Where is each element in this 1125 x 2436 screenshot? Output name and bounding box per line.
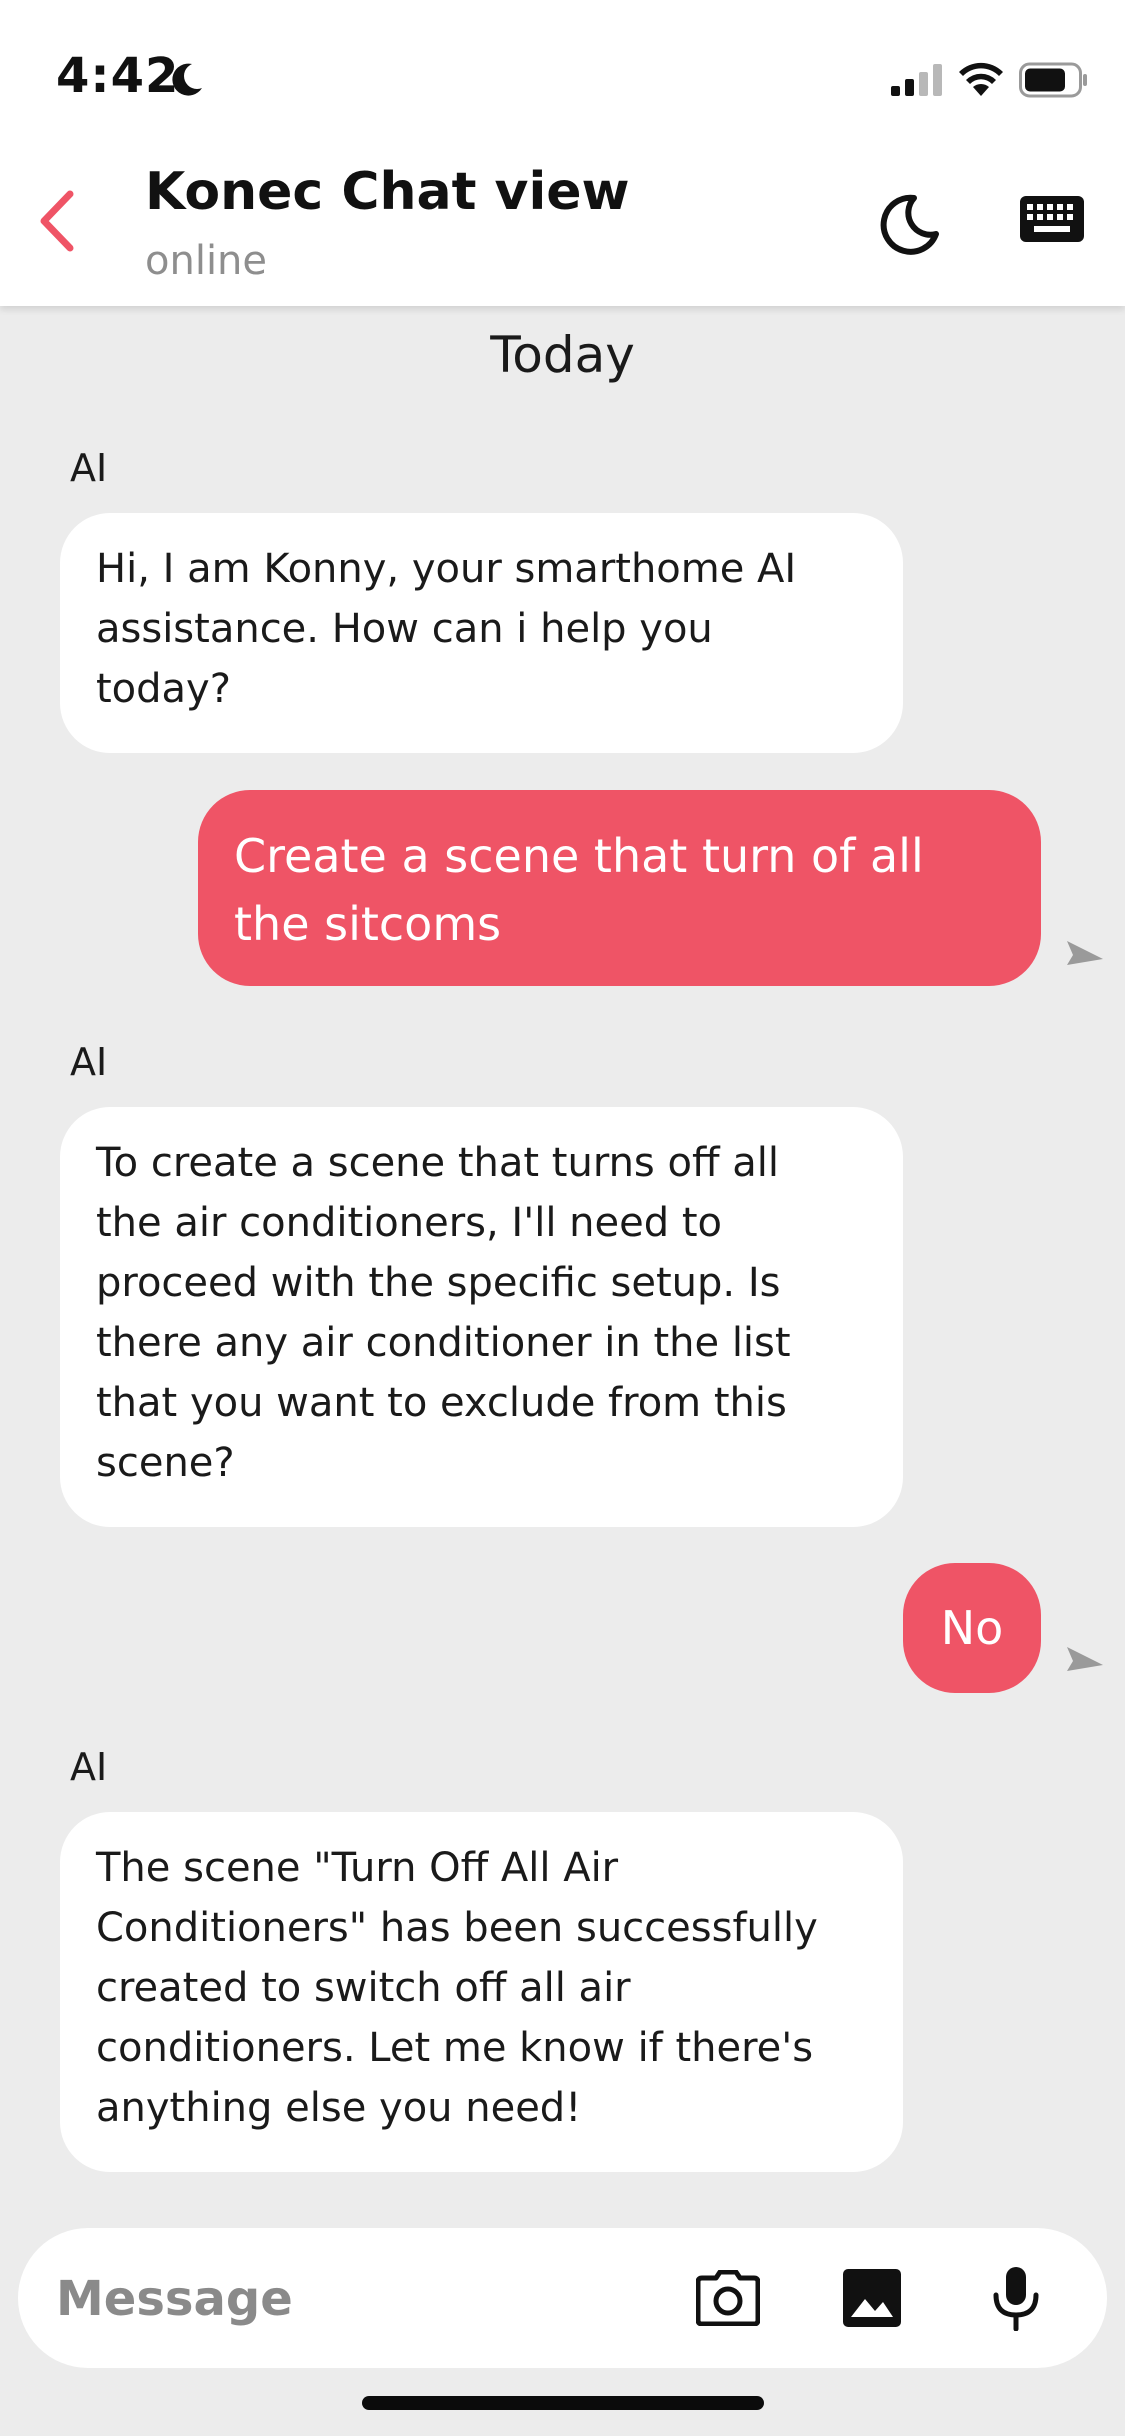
message-composer bbox=[18, 2228, 1107, 2368]
message-line: Create a scene that turn of all bbox=[234, 829, 924, 883]
status-time: 4:42 bbox=[56, 48, 180, 104]
message-sender-label: AI bbox=[70, 1745, 108, 1789]
sent-arrow-icon bbox=[1067, 941, 1103, 965]
chat-title: Konec Chat view bbox=[145, 162, 630, 222]
battery-icon bbox=[1019, 62, 1087, 98]
sent-arrow-icon bbox=[1067, 1647, 1103, 1671]
message-line: No bbox=[940, 1601, 1004, 1655]
microphone-icon bbox=[993, 2267, 1039, 2331]
message-line: To create a scene that turns off all bbox=[96, 1140, 779, 1186]
keyboard-icon[interactable] bbox=[1020, 196, 1084, 248]
message-sender-label: AI bbox=[70, 446, 108, 490]
user-message-bubble: Create a scene that turn of all the sitc… bbox=[198, 790, 1041, 986]
camera-icon bbox=[696, 2270, 760, 2326]
gallery-button[interactable] bbox=[832, 2258, 912, 2338]
ai-message-bubble: The scene "Turn Off All Air Conditioners… bbox=[60, 1812, 903, 2172]
message-line: there any air conditioner in the list bbox=[96, 1320, 791, 1366]
chevron-left-icon bbox=[40, 190, 74, 252]
message-line: Conditioners" has been successfully bbox=[96, 1905, 818, 1951]
moon-icon[interactable] bbox=[872, 188, 944, 260]
message-line: created to switch off all air bbox=[96, 1965, 631, 2011]
cellular-signal-icon bbox=[891, 64, 942, 96]
wifi-icon bbox=[959, 62, 1003, 96]
ai-message-bubble: Hi, I am Konny, your smarthome AI assist… bbox=[60, 513, 903, 753]
user-message-bubble: No bbox=[903, 1563, 1041, 1693]
chat-online-status: online bbox=[145, 238, 268, 284]
top-bar: 4:42 Konec Chat view online bbox=[0, 0, 1125, 306]
message-line: The scene "Turn Off All Air bbox=[96, 1845, 619, 1891]
message-line: proceed with the specific setup. Is bbox=[96, 1260, 781, 1306]
date-separator: Today bbox=[490, 326, 635, 384]
focus-moon-icon bbox=[172, 63, 202, 96]
message-line: Hi, I am Konny, your smarthome AI bbox=[96, 546, 797, 592]
message-line: the sitcoms bbox=[234, 897, 502, 951]
message-line: anything else you need! bbox=[96, 2085, 582, 2131]
status-indicators bbox=[891, 60, 1089, 100]
message-line: scene? bbox=[96, 1440, 235, 1486]
message-line: that you want to exclude from this bbox=[96, 1380, 787, 1426]
camera-button[interactable] bbox=[688, 2258, 768, 2338]
ai-message-bubble: To create a scene that turns off all the… bbox=[60, 1107, 903, 1527]
message-line: assistance. How can i help you bbox=[96, 606, 713, 652]
microphone-button[interactable] bbox=[976, 2258, 1056, 2338]
message-line: today? bbox=[96, 666, 231, 712]
image-icon bbox=[843, 2269, 901, 2327]
message-sender-label: AI bbox=[70, 1040, 108, 1084]
back-button[interactable] bbox=[28, 186, 84, 256]
message-line: conditioners. Let me know if there's bbox=[96, 2025, 814, 2071]
home-indicator bbox=[362, 2396, 764, 2410]
message-line: the air conditioners, I'll need to bbox=[96, 1200, 722, 1246]
message-input[interactable] bbox=[54, 2258, 658, 2340]
